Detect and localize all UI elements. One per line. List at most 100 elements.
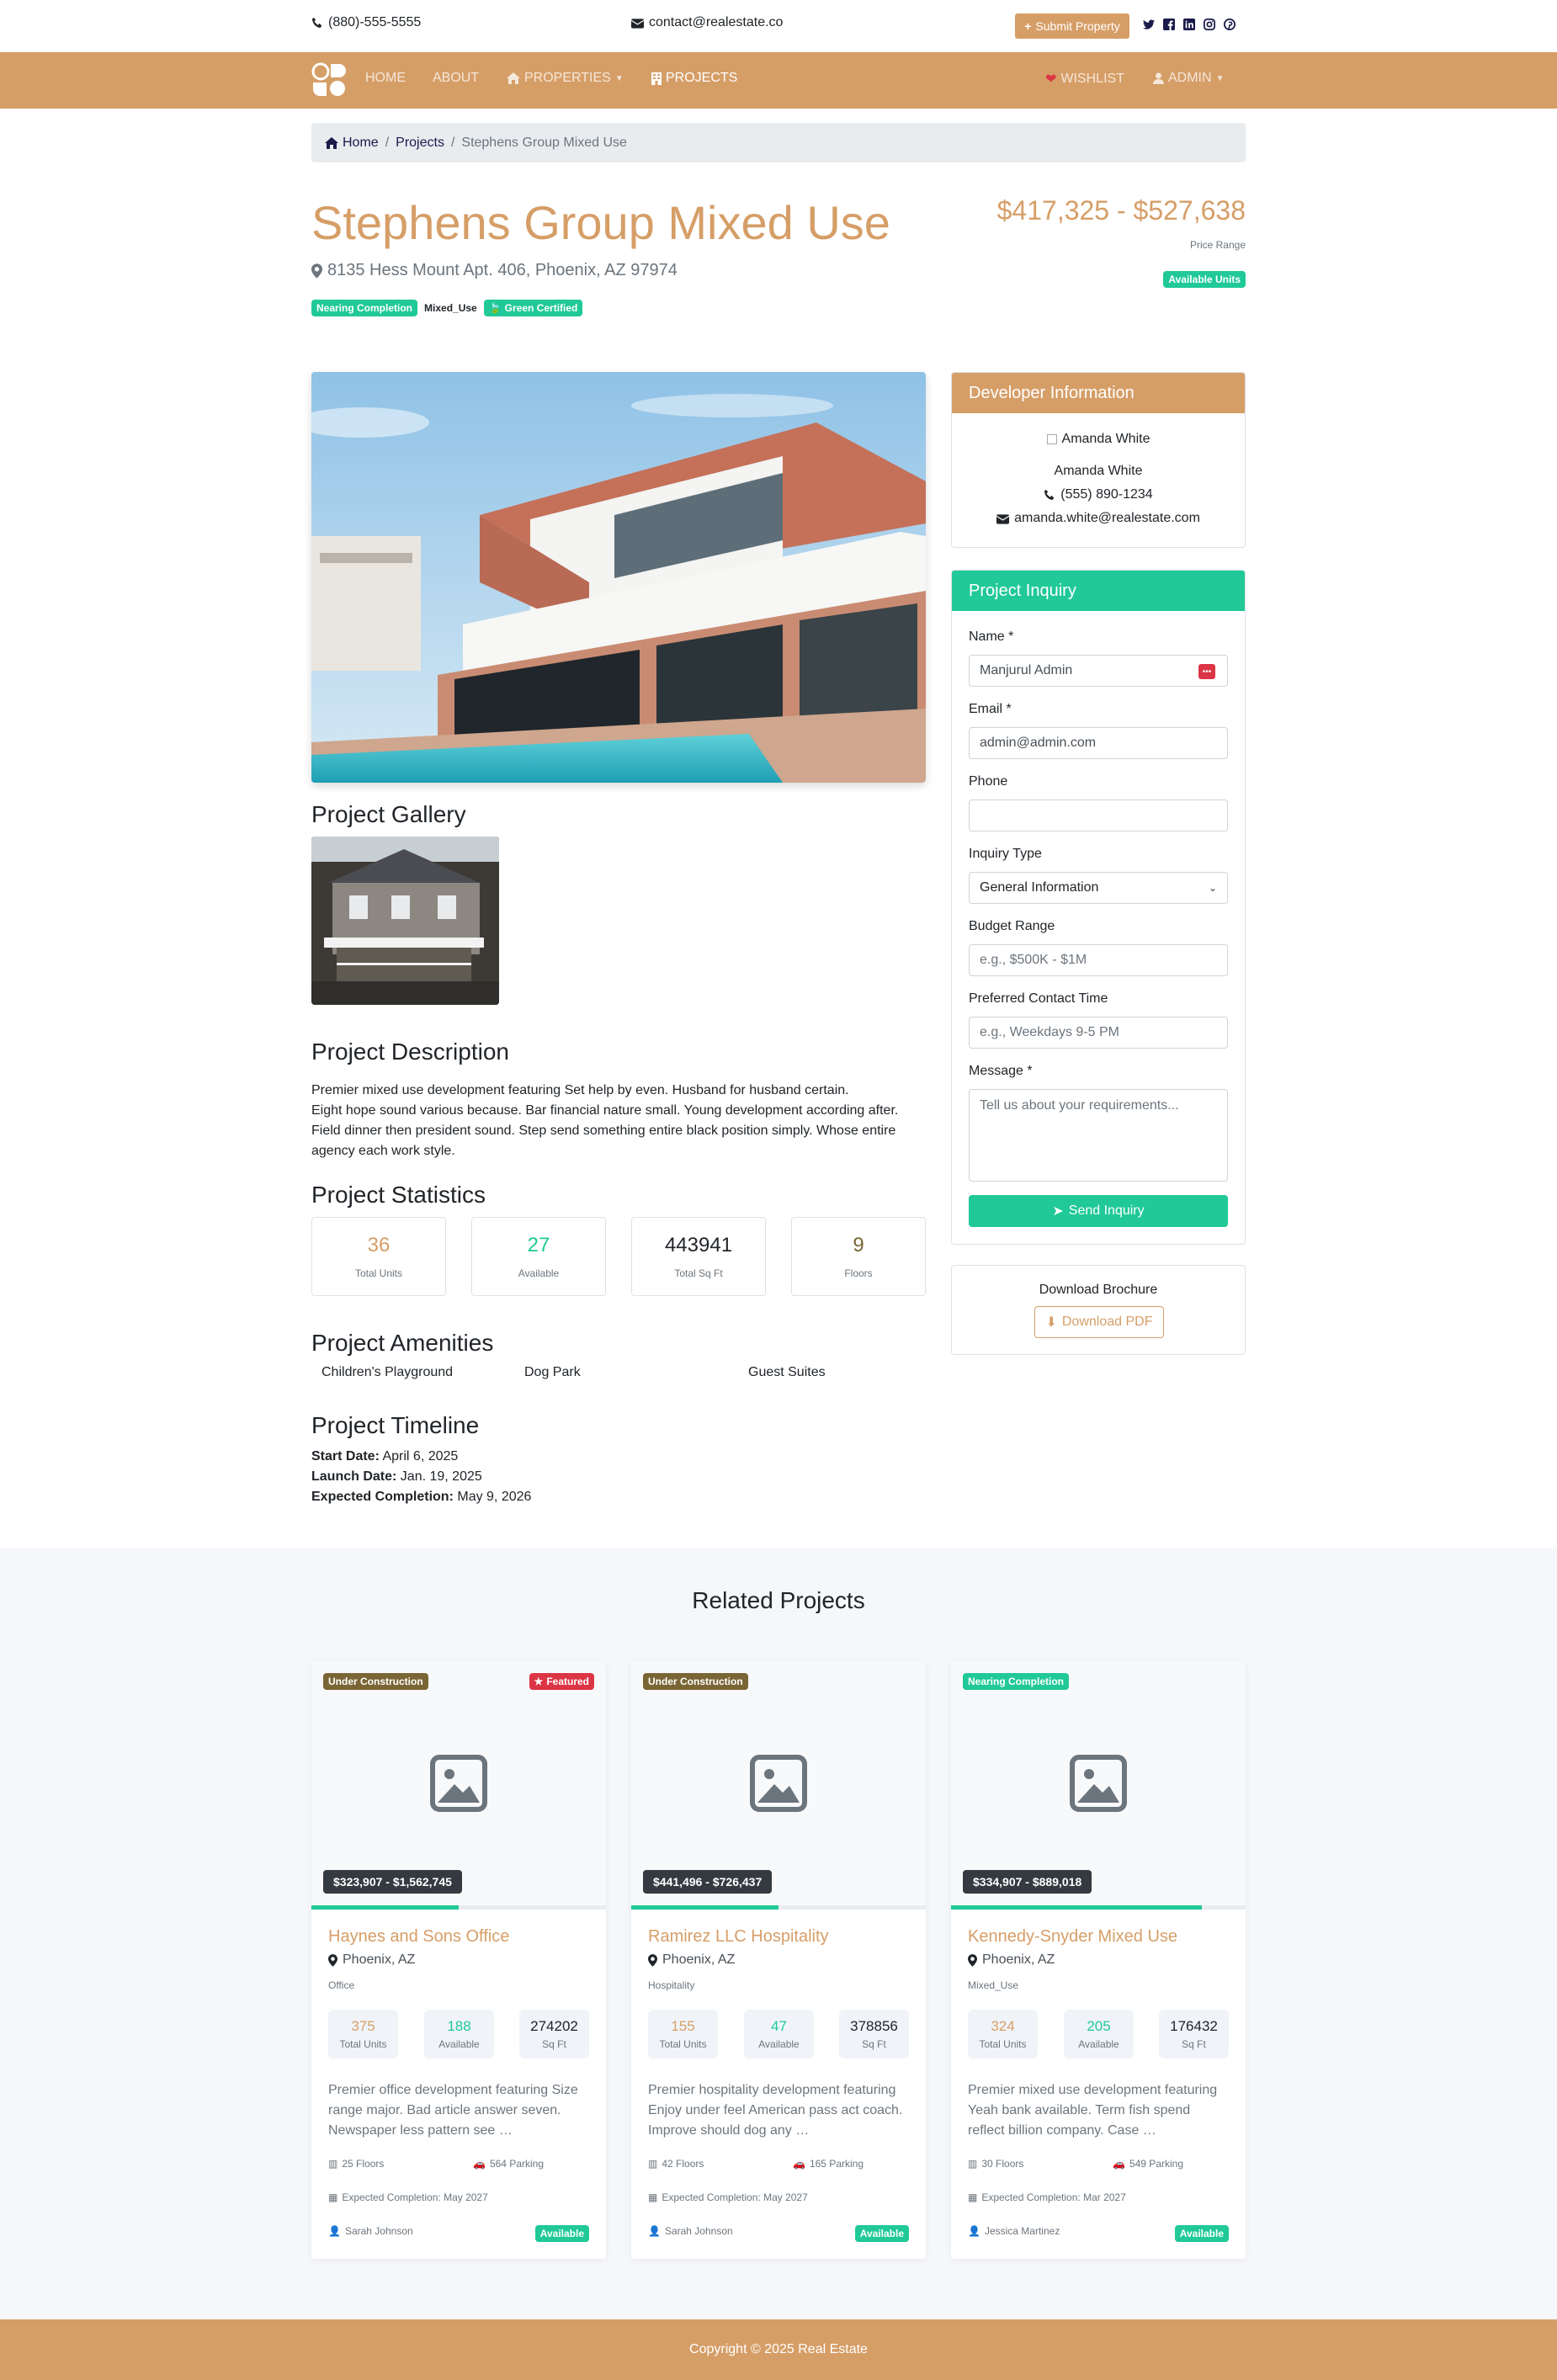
name-input-value: Manjurul Admin bbox=[980, 663, 1073, 677]
project-description: Premier mixed use development featuring … bbox=[311, 1081, 926, 1161]
related-project-name[interactable]: Haynes and Sons Office bbox=[328, 1927, 509, 1947]
related-image-placeholder bbox=[631, 1661, 926, 1905]
nav-admin-dropdown[interactable]: ADMIN ▼ bbox=[1153, 71, 1224, 86]
breadcrumb-separator: / bbox=[385, 135, 390, 150]
budget-input[interactable]: e.g., $500K - $1M bbox=[969, 944, 1228, 976]
nav-properties[interactable]: PROPERTIES ▼ bbox=[507, 71, 624, 86]
breadcrumb-current: Stephens Group Mixed Use bbox=[461, 135, 627, 150]
message-textarea[interactable]: Tell us about your requirements... bbox=[969, 1089, 1228, 1182]
facebook-icon[interactable] bbox=[1163, 19, 1175, 30]
image-icon bbox=[750, 1755, 807, 1812]
instagram-icon[interactable] bbox=[1204, 19, 1215, 30]
inquiry-card-header: Project Inquiry bbox=[952, 571, 1245, 611]
send-inquiry-label: Send Inquiry bbox=[1068, 1203, 1145, 1218]
nav-about-label: ABOUT bbox=[433, 71, 480, 85]
twitter-icon[interactable] bbox=[1143, 19, 1155, 30]
phone-icon bbox=[311, 17, 322, 29]
developer-phone[interactable]: (555) 890-1234 bbox=[952, 487, 1245, 502]
related-project-name[interactable]: Kennedy-Snyder Mixed Use bbox=[968, 1927, 1177, 1947]
breadcrumb-separator: / bbox=[450, 135, 455, 150]
timeline-heading: Project Timeline bbox=[311, 1412, 480, 1438]
stat-total-units: 36 Total Units bbox=[311, 1217, 446, 1296]
stat-value: 27 bbox=[527, 1234, 550, 1256]
nav-about[interactable]: ABOUT bbox=[433, 71, 479, 86]
submit-property-label: Submit Property bbox=[1035, 19, 1120, 33]
email-input[interactable]: admin@admin.com bbox=[969, 727, 1228, 759]
user-icon: 👤 bbox=[648, 2225, 661, 2237]
phone-input[interactable] bbox=[969, 800, 1228, 831]
stat-label: Total Sq Ft bbox=[674, 1267, 723, 1279]
gallery-thumbnail[interactable] bbox=[311, 837, 499, 1005]
related-project-card[interactable]: Under Construction ★ Featured $323,907 - … bbox=[311, 1661, 606, 2259]
contact-time-input[interactable]: e.g., Weekdays 9-5 PM bbox=[969, 1017, 1228, 1049]
related-parking: 🚗 564 Parking bbox=[473, 2158, 544, 2170]
developer-avatar: Amanda White bbox=[952, 432, 1245, 447]
inquiry-type-label: Inquiry Type bbox=[969, 847, 1042, 861]
image-icon bbox=[1070, 1755, 1127, 1812]
related-completion: ▦ Expected Completion: Mar 2027 bbox=[968, 2191, 1126, 2203]
related-project-card[interactable]: Nearing Completion $334,907 - $889,018 K… bbox=[951, 1661, 1246, 2259]
timeline-start: Start Date: April 6, 2025 bbox=[311, 1447, 531, 1467]
download-pdf-button[interactable]: ⬇ Download PDF bbox=[1034, 1306, 1164, 1338]
send-inquiry-button[interactable]: ➤ Send Inquiry bbox=[969, 1195, 1228, 1227]
map-marker-icon bbox=[648, 1953, 657, 1967]
pinterest-icon[interactable] bbox=[1224, 19, 1236, 30]
related-stat-label: Sq Ft bbox=[862, 2038, 886, 2050]
brochure-card: Download Brochure ⬇ Download PDF bbox=[951, 1265, 1246, 1355]
linkedin-icon[interactable] bbox=[1183, 19, 1195, 30]
type-badge: Mixed_Use bbox=[424, 302, 477, 314]
related-stat-label: Available bbox=[1078, 2038, 1119, 2050]
nav-home[interactable]: HOME bbox=[365, 71, 406, 86]
breadcrumb-projects[interactable]: Projects bbox=[396, 135, 444, 151]
user-icon: 👤 bbox=[328, 2225, 341, 2237]
page-title: Stephens Group Mixed Use bbox=[311, 196, 890, 249]
building-icon: ▥ bbox=[648, 2158, 658, 2170]
related-agent-text: Jessica Martinez bbox=[984, 2225, 1060, 2237]
related-progress-fill bbox=[631, 1905, 778, 1910]
related-stat-label: Total Units bbox=[979, 2038, 1027, 2050]
related-status-badge: Nearing Completion bbox=[963, 1673, 1070, 1690]
related-parking: 🚗 165 Parking bbox=[793, 2158, 864, 2170]
related-stat-label: Available bbox=[438, 2038, 480, 2050]
nav-home-label: HOME bbox=[365, 71, 406, 85]
site-logo[interactable] bbox=[311, 62, 347, 98]
nav-wishlist[interactable]: ❤ WISHLIST bbox=[1045, 71, 1124, 88]
inquiry-type-select[interactable]: General Information ⌄ bbox=[969, 872, 1228, 904]
plus-icon: + bbox=[1024, 19, 1032, 33]
developer-email[interactable]: amanda.white@realestate.com bbox=[952, 511, 1245, 526]
price-range: $417,325 - $527,638 bbox=[996, 195, 1246, 226]
nav-wishlist-label: WISHLIST bbox=[1060, 72, 1124, 86]
autofill-icon[interactable]: ••• bbox=[1198, 664, 1215, 679]
amenity-item: Children's Playground bbox=[321, 1365, 454, 1379]
stat-floors: 9 Floors bbox=[791, 1217, 926, 1296]
related-completion-text: Expected Completion: May 2027 bbox=[662, 2191, 808, 2203]
header-phone[interactable]: (880)-555-5555 bbox=[311, 15, 421, 30]
nav-properties-label: PROPERTIES bbox=[524, 71, 611, 85]
related-stat-sqft: 274202 Sq Ft bbox=[519, 2010, 589, 2059]
header-email-text: contact@realestate.co bbox=[649, 15, 784, 29]
related-status-badge: Under Construction bbox=[643, 1673, 748, 1690]
related-project-card[interactable]: Under Construction $441,496 - $726,437 R… bbox=[631, 1661, 926, 2259]
developer-name: Amanda White bbox=[1054, 464, 1143, 478]
nav-projects-label: PROJECTS bbox=[666, 71, 738, 85]
breadcrumb-home[interactable]: Home bbox=[343, 135, 379, 151]
name-input[interactable]: Manjurul Admin ••• bbox=[969, 655, 1228, 687]
submit-property-button[interactable]: + Submit Property bbox=[1015, 13, 1129, 39]
related-progress-bar bbox=[631, 1905, 926, 1910]
related-stat-value: 188 bbox=[447, 2018, 471, 2034]
statistics-heading: Project Statistics bbox=[311, 1182, 486, 1208]
header-email[interactable]: contact@realestate.co bbox=[631, 15, 783, 30]
envelope-icon bbox=[631, 18, 644, 29]
related-agent: 👤 Sarah Johnson bbox=[328, 2225, 413, 2237]
timeline-start-label: Start Date: bbox=[311, 1449, 380, 1464]
related-type: Hospitality bbox=[648, 1979, 695, 1991]
project-main-image[interactable] bbox=[311, 372, 926, 783]
green-certified-badge: 🍃 Green Certified bbox=[483, 300, 583, 316]
related-completion: ▦ Expected Completion: May 2027 bbox=[328, 2191, 488, 2203]
nav-projects[interactable]: PROJECTS bbox=[651, 71, 737, 86]
related-floors: ▥ 30 Floors bbox=[968, 2158, 1023, 2170]
project-timeline: Start Date: April 6, 2025 Launch Date: J… bbox=[311, 1447, 531, 1507]
related-project-name[interactable]: Ramirez LLC Hospitality bbox=[648, 1927, 829, 1947]
car-icon: 🚗 bbox=[473, 2158, 486, 2170]
related-stat-sqft: 176432 Sq Ft bbox=[1159, 2010, 1229, 2059]
